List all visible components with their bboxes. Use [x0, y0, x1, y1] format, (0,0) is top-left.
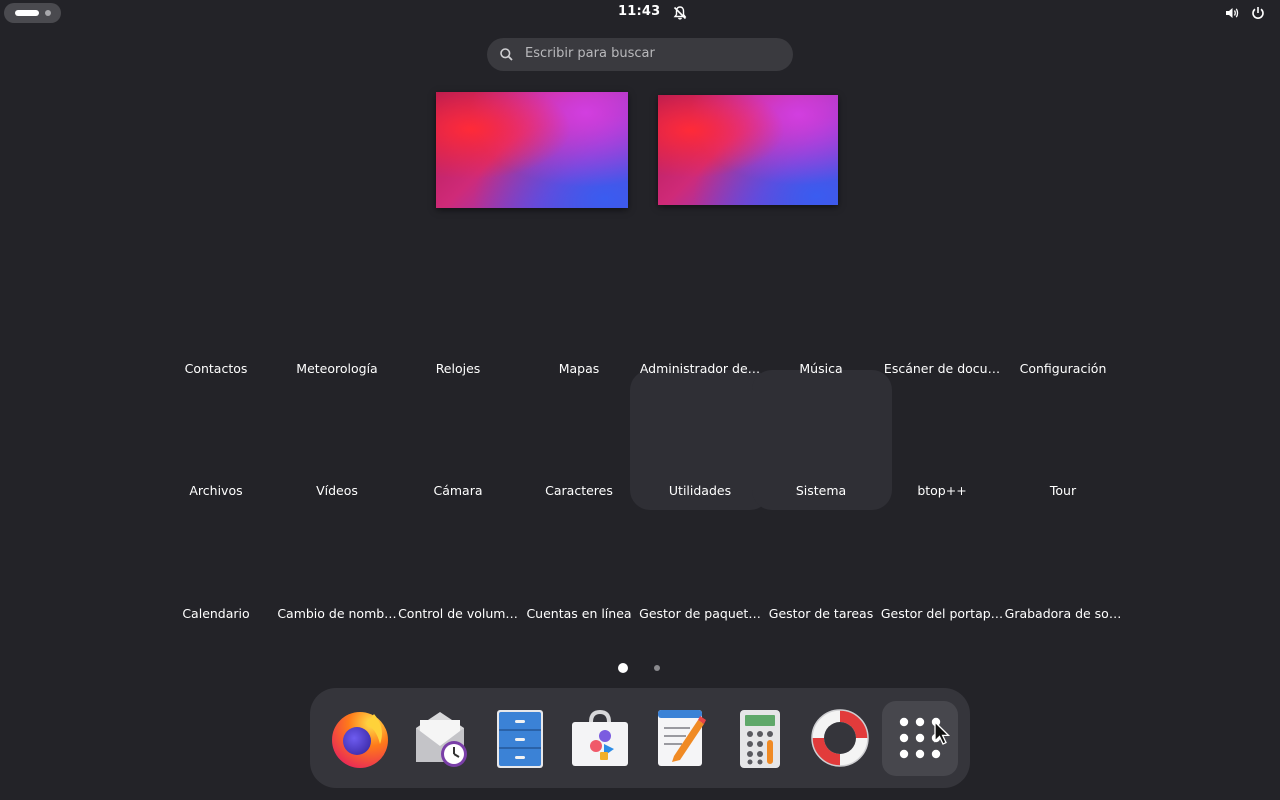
search-field[interactable]: Escribir para buscar — [487, 38, 793, 71]
search-placeholder: Escribir para buscar — [525, 46, 655, 61]
app-caracteres[interactable]: Caracteres — [517, 483, 641, 498]
app-gestor-portapapeles[interactable]: Gestor del portap… — [880, 606, 1004, 621]
app-gestor-paquetes[interactable]: Gestor de paquet… — [638, 606, 762, 621]
volume-icon[interactable] — [1224, 5, 1240, 21]
dock-calculator[interactable] — [724, 702, 796, 774]
clock[interactable]: 11:43 — [618, 4, 660, 19]
app-gestor-tareas[interactable]: Gestor de tareas — [759, 606, 883, 621]
workspace-indicator-active — [15, 10, 39, 16]
app-relojes[interactable]: Relojes — [396, 361, 520, 376]
app-mapas[interactable]: Mapas — [517, 361, 641, 376]
software-store-icon — [572, 709, 628, 766]
mail-clock-icon — [416, 712, 467, 767]
app-musica[interactable]: Música — [759, 361, 883, 376]
folder-label-utilidades[interactable]: Utilidades — [638, 483, 762, 498]
app-videos[interactable]: Vídeos — [275, 483, 399, 498]
activities-button[interactable] — [4, 3, 61, 23]
app-meteorologia[interactable]: Meteorología — [275, 361, 399, 376]
dock-help[interactable] — [804, 702, 876, 774]
app-btop[interactable]: btop++ — [880, 483, 1004, 498]
help-lifebuoy-icon — [811, 709, 869, 767]
dock-evolution[interactable] — [404, 702, 476, 774]
app-administrador[interactable]: Administrador de… — [638, 361, 762, 376]
firefox-icon — [332, 712, 388, 768]
app-grabadora[interactable]: Grabadora de so… — [1001, 606, 1125, 621]
app-cuentas-en-linea[interactable]: Cuentas en línea — [517, 606, 641, 621]
folder-label-sistema[interactable]: Sistema — [759, 483, 883, 498]
app-configuracion[interactable]: Configuración — [1001, 361, 1125, 376]
workspace-thumbnail-1[interactable] — [436, 92, 628, 208]
app-control-volumen[interactable]: Control de volum… — [396, 606, 520, 621]
app-cambio-nombre[interactable]: Cambio de nomb… — [275, 606, 399, 621]
dock-files[interactable] — [484, 702, 556, 774]
app-contactos[interactable]: Contactos — [154, 361, 278, 376]
page-indicator[interactable] — [654, 665, 660, 671]
mouse-cursor-icon — [934, 721, 951, 745]
app-escaner[interactable]: Escáner de docu… — [880, 361, 1004, 376]
workspace-indicator — [45, 10, 51, 16]
top-bar: 11:43 — [0, 0, 1280, 26]
app-camara[interactable]: Cámara — [396, 483, 520, 498]
app-calendario[interactable]: Calendario — [154, 606, 278, 621]
dock-firefox[interactable] — [324, 702, 396, 774]
dock-software[interactable] — [564, 702, 636, 774]
text-editor-icon — [658, 710, 706, 766]
search-icon — [500, 48, 513, 61]
notifications-muted-icon[interactable] — [672, 5, 688, 21]
page-indicator-current[interactable] — [618, 663, 628, 673]
app-tour[interactable]: Tour — [1001, 483, 1125, 498]
app-archivos[interactable]: Archivos — [154, 483, 278, 498]
files-cabinet-icon — [497, 710, 543, 768]
dock-text-editor[interactable] — [644, 702, 716, 774]
workspace-thumbnail-2[interactable] — [658, 95, 838, 205]
calculator-icon — [740, 710, 780, 768]
power-icon[interactable] — [1250, 5, 1266, 21]
